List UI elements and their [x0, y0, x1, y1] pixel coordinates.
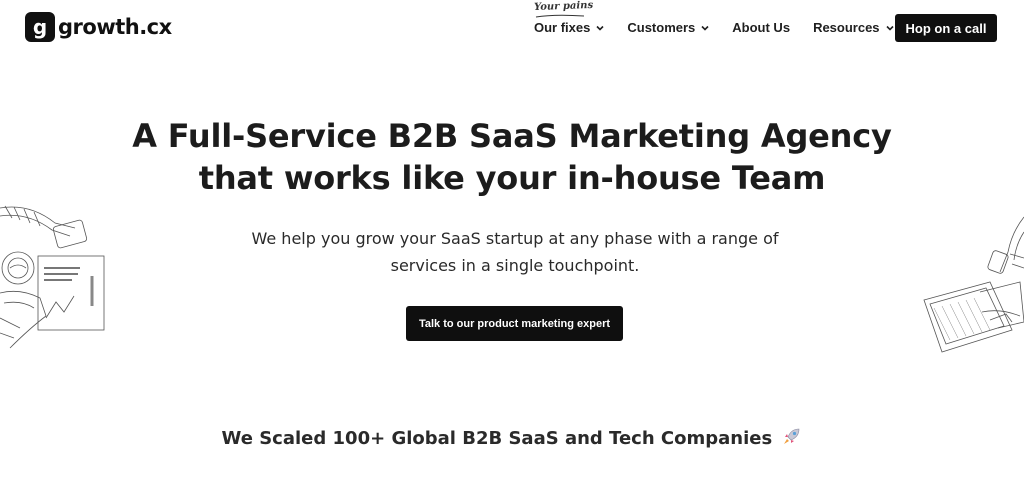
rocket-icon — [784, 428, 800, 444]
hop-on-a-call-button[interactable]: Hop on a call — [895, 14, 997, 42]
hero-subtitle-line-2: services in a single touchpoint. — [390, 256, 640, 275]
nav-item-customers[interactable]: Customers — [627, 20, 709, 35]
desk-sketch-illustration-left — [0, 205, 105, 349]
social-proof-heading: We Scaled 100+ Global B2B SaaS and Tech … — [0, 426, 1024, 449]
nav-item-label: Customers — [627, 20, 696, 35]
nav-item-label: Resources — [813, 20, 880, 35]
main-nav: Your pains Our fixes Customers About Us … — [534, 0, 917, 35]
logo-text: growth.cx — [58, 15, 172, 39]
nav-item-our-fixes[interactable]: Your pains Our fixes — [534, 0, 604, 35]
hero-title: A Full-Service B2B SaaS Marketing Agency… — [0, 115, 1024, 199]
nav-item-resources[interactable]: Resources — [813, 20, 894, 35]
hero-subtitle: We help you grow your SaaS startup at an… — [230, 225, 800, 279]
hero-title-line-1: A Full-Service B2B SaaS Marketing Agency — [132, 117, 892, 155]
brand-logo[interactable]: g growth.cx — [25, 12, 172, 42]
nav-item-label: Our fixes — [534, 20, 591, 35]
nav-item-about-us[interactable]: About Us — [732, 20, 790, 35]
logo-mark: g — [25, 12, 55, 42]
chevron-down-icon — [596, 25, 604, 31]
site-header: g growth.cx Your pains Our fixes Custome… — [0, 0, 1024, 56]
hero-subtitle-line-1: We help you grow your SaaS startup at an… — [251, 229, 779, 248]
handwritten-annotation: Your pains — [533, 0, 594, 14]
chevron-down-icon — [701, 25, 709, 31]
talk-to-expert-button[interactable]: Talk to our product marketing expert — [406, 306, 623, 341]
social-proof-text: We Scaled 100+ Global B2B SaaS and Tech … — [221, 428, 773, 449]
hero-title-line-2: that works like your in-house Team — [198, 159, 826, 197]
nav-item-label: About Us — [732, 20, 791, 35]
handwritten-underline — [535, 14, 585, 18]
chevron-down-icon — [885, 25, 894, 31]
laptop-sketch-illustration-right — [923, 216, 1024, 353]
